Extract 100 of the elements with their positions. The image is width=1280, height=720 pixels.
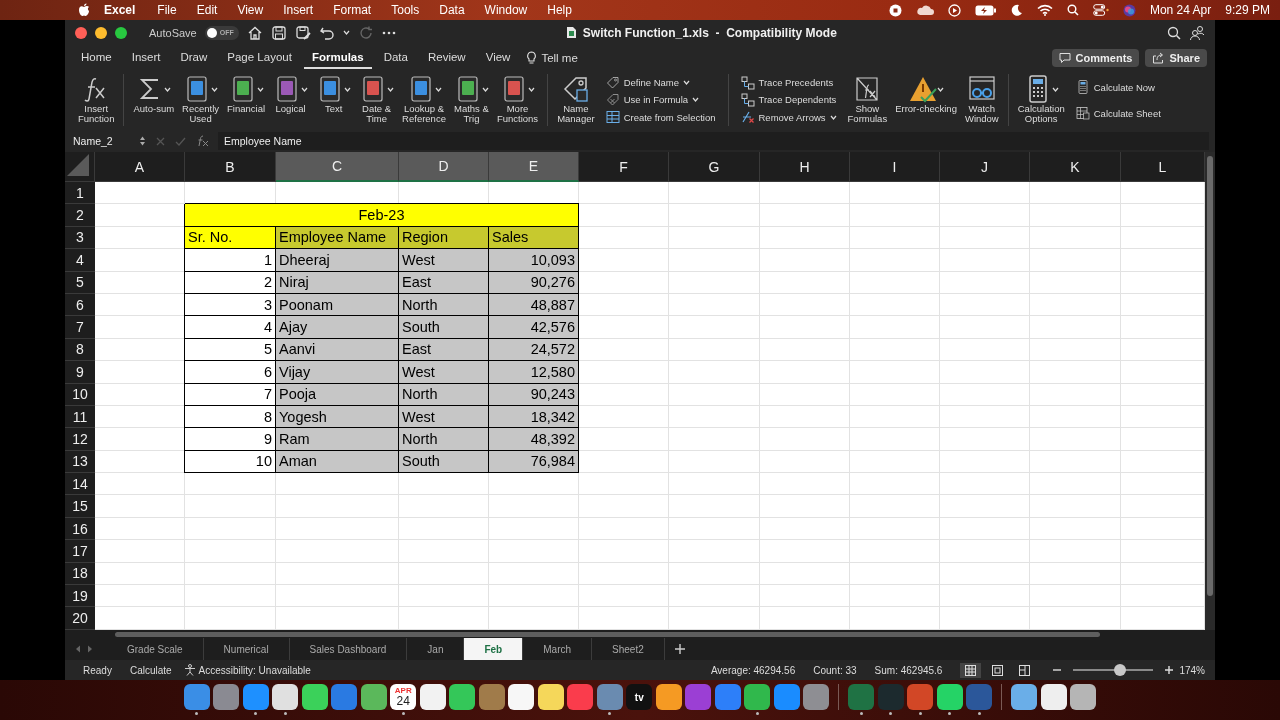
grid-cell[interactable] [1030,517,1121,541]
grid-cell[interactable] [579,562,669,586]
scrollbar-thumb[interactable] [1207,156,1213,596]
cancel-icon[interactable] [156,136,165,146]
row-header[interactable]: 14 [65,473,95,496]
ribbon-button[interactable]: Create from Selection [603,109,718,126]
menu-item[interactable]: Window [474,3,538,17]
grid-cell[interactable] [850,562,940,586]
grid-cell[interactable] [579,226,669,250]
grid-cell[interactable] [489,585,579,608]
grid-cell[interactable] [185,495,276,518]
app-icon[interactable] [419,684,446,710]
grid-cell[interactable] [1121,562,1205,586]
row-header[interactable]: 16 [65,517,95,541]
grid-cell[interactable] [95,338,185,362]
grid-cell[interactable] [669,316,760,339]
column-header[interactable]: F [579,152,669,182]
grid-cell[interactable] [669,182,760,205]
accessibility-status[interactable]: Accessibility: Unavailable [198,664,311,676]
ribbon-button[interactable]: Error-checking [892,74,960,126]
grid-cell[interactable] [579,585,669,608]
search-icon[interactable] [1066,4,1079,16]
grid-cell[interactable] [760,338,850,362]
ribbon-tab[interactable]: Formulas [303,46,372,69]
ribbon-button[interactable]: Date & Time [356,74,398,126]
slider-thumb[interactable] [1113,664,1126,676]
menu-item[interactable]: Excel [90,3,148,17]
grid-cell[interactable] [95,540,185,563]
share-button[interactable]: Share [1145,48,1207,67]
grid-cell[interactable] [850,204,940,227]
app-icon[interactable] [360,684,387,710]
ribbon-tab[interactable]: Draw [172,46,216,69]
app-icon[interactable] [449,684,476,710]
app-icon[interactable] [655,684,682,710]
grid-cell[interactable] [669,249,760,272]
grid-cell[interactable] [185,540,276,563]
grid-cell[interactable] [1030,293,1121,317]
save-edit-icon[interactable] [294,24,311,41]
grid-cell[interactable] [940,383,1030,406]
grid-cell[interactable] [399,495,489,518]
grid-cell[interactable] [1121,383,1205,406]
people-icon[interactable] [1189,24,1205,41]
row-header[interactable]: 8 [65,338,95,362]
grid-cell[interactable] [760,182,850,205]
scrollbar-thumb[interactable] [115,631,1100,637]
grid-cell[interactable] [95,204,185,227]
grid-cell[interactable] [95,361,185,384]
column-header[interactable]: H [760,152,850,182]
grid-cell[interactable] [760,271,850,294]
grid-cell[interactable] [940,249,1030,272]
ribbon-button[interactable]: Lookup & Reference [399,74,449,126]
grid-cell[interactable] [489,540,579,563]
ribbon-button[interactable]: Auto-sum [130,74,178,126]
grid-cell[interactable] [579,383,669,406]
ribbon-button[interactable]: Name Manager [554,74,598,126]
grid-cell[interactable] [940,495,1030,518]
grid-cell[interactable] [489,473,579,496]
row-header[interactable]: 9 [65,361,95,384]
previous-icon[interactable] [75,645,81,653]
grid-cell[interactable] [399,585,489,608]
caret-icon[interactable] [164,86,172,92]
grid-cell[interactable] [95,226,185,250]
app-icon[interactable] [744,684,771,710]
caret-icon[interactable] [344,86,352,92]
minimize-button[interactable] [95,26,107,39]
close-button[interactable] [75,26,87,39]
grid-cell[interactable] [940,271,1030,294]
grid-cell[interactable] [760,450,850,474]
grid-cell[interactable] [95,473,185,496]
grid-cell[interactable] [1121,226,1205,250]
grid-cell[interactable] [579,338,669,362]
grid-cell[interactable] [669,271,760,294]
grid-cell[interactable] [940,607,1030,630]
grid-cell[interactable] [579,405,669,429]
menu-item[interactable]: Help [537,3,582,17]
menu-item[interactable]: File [147,3,187,17]
grid-cell[interactable] [1030,540,1121,563]
grid-cell[interactable] [1030,182,1121,205]
grid-cell[interactable] [850,540,940,563]
grid-cell[interactable] [579,293,669,317]
grid-cell[interactable] [185,585,276,608]
grid-cell[interactable] [276,562,399,586]
grid-cell[interactable] [760,517,850,541]
grid-cell[interactable] [95,405,185,429]
grid-cell[interactable] [1030,271,1121,294]
grid-cell[interactable] [95,585,185,608]
grid-cell[interactable] [1121,540,1205,563]
ribbon-tab[interactable]: Page Layout [219,46,300,69]
ribbon-button[interactable]: Calculate Sheet [1073,105,1163,121]
grid-cell[interactable] [760,361,850,384]
caret-icon[interactable] [434,86,442,92]
grid-cell[interactable] [1121,517,1205,541]
grid-cell[interactable] [185,517,276,541]
grid-cell[interactable] [276,495,399,518]
grid-cell[interactable] [1121,293,1205,317]
grid-cell[interactable] [1121,405,1205,429]
plus-icon[interactable] [674,644,685,654]
grid-cell[interactable] [399,607,489,630]
ribbon-tab[interactable]: Review [419,46,474,69]
grid-cell[interactable] [276,585,399,608]
